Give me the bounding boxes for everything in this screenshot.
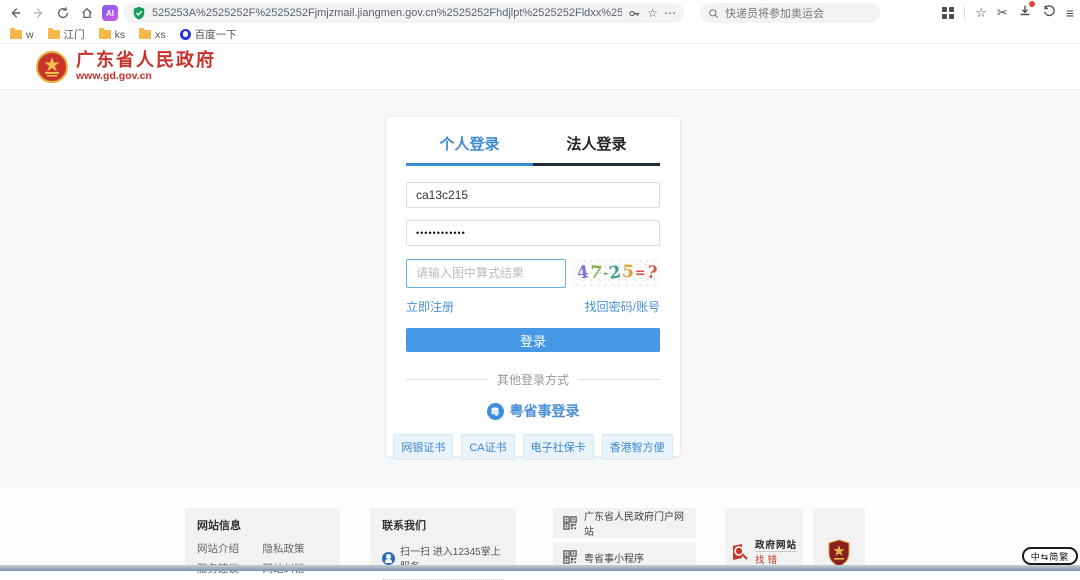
- apps-grid-icon[interactable]: [942, 7, 954, 19]
- captcha-row: 4 7 - 2 5 = ?: [406, 258, 660, 288]
- scan-row[interactable]: 扫一扫 进入12345掌上服务: [382, 543, 504, 580]
- bookmark-star-icon[interactable]: ☆: [647, 6, 658, 20]
- bookmark-label: 江门: [64, 27, 85, 42]
- alt-login-buttons: 网银证书 CA证书 电子社保卡 香港智方便: [406, 434, 660, 460]
- qr-miniprogram-label: 粤省事小程序: [584, 550, 644, 565]
- captcha-char: =: [635, 266, 646, 281]
- site-header: 广东省人民政府 www.gd.gov.cn: [0, 44, 1080, 90]
- address-bar[interactable]: 525253A%2525252F%2525252Fjmjzmail.jiangm…: [124, 3, 684, 23]
- bookmark-folder[interactable]: xs: [139, 29, 166, 41]
- folder-icon: [10, 30, 22, 39]
- footer-error-report: 政府网站 找错: [725, 508, 803, 571]
- bookmark-folder[interactable]: w: [10, 29, 34, 41]
- username-input[interactable]: [406, 182, 660, 208]
- captcha-input[interactable]: [406, 259, 566, 288]
- bookmark-folder[interactable]: 江门: [48, 27, 85, 42]
- bookmark-folder[interactable]: ks: [99, 29, 126, 41]
- main-area: 个人登录 法人登录 4 7 - 2 5 = ? 立即注册 找回密码/账号 登录 …: [0, 90, 1080, 487]
- forward-icon[interactable]: [30, 4, 48, 22]
- error-badge-text: 政府网站 找错: [755, 537, 797, 566]
- footer-site-info: 网站信息 网站介绍 隐私政策 服务建议 网站纠错: [185, 508, 340, 571]
- ai-extension-icon[interactable]: AI: [102, 5, 118, 21]
- bookmark-label: 百度一下: [195, 27, 237, 42]
- captcha-char: 2: [608, 262, 623, 284]
- netbank-cert-button[interactable]: 网银证书: [393, 434, 453, 460]
- hk-smart-button[interactable]: 香港智方便: [602, 434, 673, 460]
- footer-qr-portal[interactable]: 广东省人民政府门户网站: [553, 508, 696, 538]
- yueshengshi-label: 粤省事登录: [510, 401, 580, 421]
- downloads-icon[interactable]: [1018, 4, 1032, 23]
- site-info-title: 网站信息: [197, 517, 328, 533]
- footer-contact: 联系我们 扫一扫 进入12345掌上服务: [370, 508, 516, 571]
- menu-icon[interactable]: ≡: [1066, 5, 1074, 21]
- qr-code-icon: [563, 516, 577, 530]
- 12345-app-icon: [382, 552, 395, 565]
- login-links-row: 立即注册 找回密码/账号: [406, 298, 660, 315]
- page-footer: 网站信息 网站介绍 隐私政策 服务建议 网站纠错 联系我们 扫一扫 进入1234…: [0, 487, 1080, 571]
- bookmark-baidu[interactable]: 百度一下: [180, 27, 237, 42]
- back-icon[interactable]: [6, 4, 24, 22]
- contact-title: 联系我们: [382, 517, 504, 533]
- other-login-divider: 其他登录方式: [406, 371, 660, 388]
- folder-icon: [48, 30, 60, 39]
- tab-corporate-login[interactable]: 法人登录: [533, 133, 660, 166]
- favorites-add-icon[interactable]: ☆: [975, 5, 987, 21]
- captcha-char: 7: [589, 262, 603, 283]
- bookmark-label: xs: [155, 29, 166, 41]
- other-login-label: 其他登录方式: [497, 371, 569, 388]
- toolbar-separator: [964, 6, 965, 20]
- bookmarks-bar: w 江门 ks xs 百度一下: [0, 26, 1080, 44]
- bookmark-label: ks: [115, 29, 126, 41]
- gov-shield-badge[interactable]: [828, 539, 850, 567]
- qr-portal-label: 广东省人民政府门户网站: [584, 508, 686, 538]
- yueshengshi-login[interactable]: 粤 粤省事登录: [406, 401, 660, 421]
- refresh-icon[interactable]: [54, 4, 72, 22]
- site-url: www.gd.gov.cn: [76, 70, 216, 82]
- language-toggle-pill[interactable]: 中⇆简繁: [1022, 547, 1078, 565]
- footer-gov-emblem: [813, 508, 865, 571]
- history-undo-icon[interactable]: [1042, 4, 1056, 23]
- download-notification-dot: [1029, 1, 1035, 7]
- more-options-icon[interactable]: ⋯: [664, 6, 676, 20]
- site-identity[interactable]: 广东省人民政府 www.gd.gov.cn: [76, 51, 216, 83]
- taskbar-edge: [0, 565, 1080, 571]
- search-icon: [708, 8, 719, 19]
- yueshengshi-icon: 粤: [487, 403, 504, 420]
- error-badge-line1: 政府网站: [755, 537, 797, 551]
- baidu-icon: [180, 29, 191, 40]
- url-text[interactable]: 525253A%2525252F%2525252Fjmjzmail.jiangm…: [152, 7, 622, 19]
- captcha-char: ?: [645, 262, 658, 283]
- qr-code-icon: [563, 550, 577, 564]
- footer-link-privacy[interactable]: 隐私政策: [263, 541, 329, 556]
- key-icon[interactable]: [628, 7, 641, 20]
- site-title: 广东省人民政府: [76, 51, 216, 71]
- bookmark-label: w: [26, 29, 34, 41]
- govsite-error-badge[interactable]: 政府网站 找错: [731, 537, 797, 566]
- password-input[interactable]: [406, 220, 660, 246]
- folder-icon: [139, 30, 151, 39]
- error-badge-line2: 找错: [755, 551, 797, 566]
- national-emblem: [36, 51, 68, 83]
- footer-link-about[interactable]: 网站介绍: [197, 541, 263, 556]
- folder-icon: [99, 30, 111, 39]
- tab-personal-login[interactable]: 个人登录: [406, 133, 533, 166]
- toolbar-right-icons: ☆ ✂ ≡: [942, 4, 1074, 23]
- ca-cert-button[interactable]: CA证书: [461, 434, 514, 460]
- captcha-char: 5: [621, 262, 634, 283]
- forgot-password-link[interactable]: 找回密码/账号: [585, 298, 660, 315]
- captcha-image[interactable]: 4 7 - 2 5 = ?: [574, 258, 660, 288]
- browser-toolbar: AI 525253A%2525252F%2525252Fjmjzmail.jia…: [0, 0, 1080, 26]
- login-tabs: 个人登录 法人登录: [406, 133, 660, 166]
- search-input[interactable]: [725, 7, 865, 19]
- social-security-card-button[interactable]: 电子社保卡: [523, 434, 594, 460]
- red-magnifier-icon: [731, 542, 751, 562]
- login-button[interactable]: 登录: [406, 328, 660, 352]
- login-card: 个人登录 法人登录 4 7 - 2 5 = ? 立即注册 找回密码/账号 登录 …: [385, 116, 681, 457]
- home-icon[interactable]: [78, 4, 96, 22]
- secure-shield-icon: [132, 6, 146, 20]
- register-link[interactable]: 立即注册: [406, 298, 454, 315]
- screenshot-scissors-icon[interactable]: ✂: [997, 5, 1008, 21]
- browser-search-box[interactable]: [700, 3, 880, 23]
